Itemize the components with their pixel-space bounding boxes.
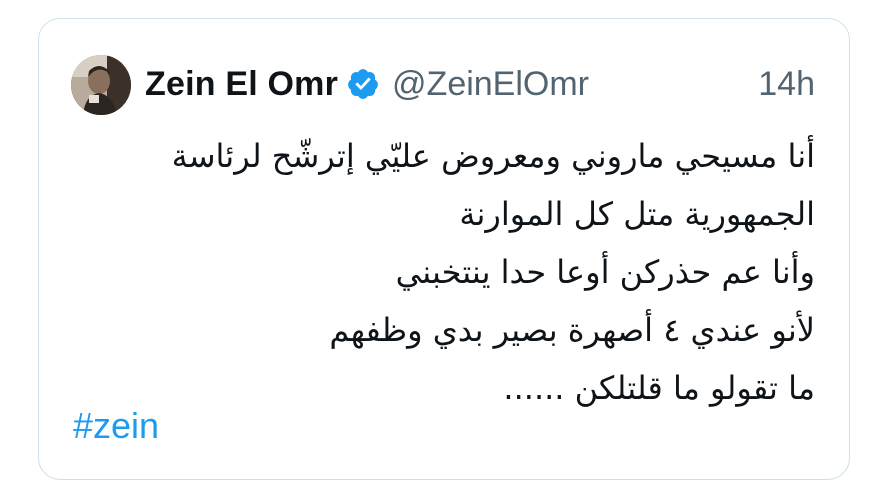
author-handle[interactable]: @ZeinElOmr <box>392 65 589 104</box>
tweet-text-line: الجمهورية متل كل الموارنة <box>459 195 815 233</box>
profile-photo-icon <box>71 55 131 115</box>
tweet-text: أنا مسيحي ماروني ومعروض عليّي إترشّح لرئ… <box>79 127 815 417</box>
tweet-text-line: ما تقولو ما قلتلكن ...... <box>503 369 815 407</box>
tweet-header: Zein El Omr @ZeinElOmr <box>145 59 589 109</box>
tweet-text-line: أنا مسيحي ماروني ومعروض عليّي إترشّح لرئ… <box>171 137 815 175</box>
hashtag-link[interactable]: #zein <box>73 405 159 447</box>
verified-badge-icon <box>348 69 378 99</box>
tweet-timestamp[interactable]: 14h <box>758 59 815 109</box>
author-display-name[interactable]: Zein El Omr <box>145 65 338 104</box>
tweet-card[interactable]: Zein El Omr @ZeinElOmr 14h أنا مسيحي مار… <box>38 18 850 480</box>
tweet-text-line: لأنو عندي ٤ أصهرة بصير بدي وظفهم <box>329 311 815 349</box>
tweet-text-line: وأنا عم حذركن أوعا حدا ينتخبني <box>395 253 815 291</box>
avatar[interactable] <box>71 55 131 115</box>
